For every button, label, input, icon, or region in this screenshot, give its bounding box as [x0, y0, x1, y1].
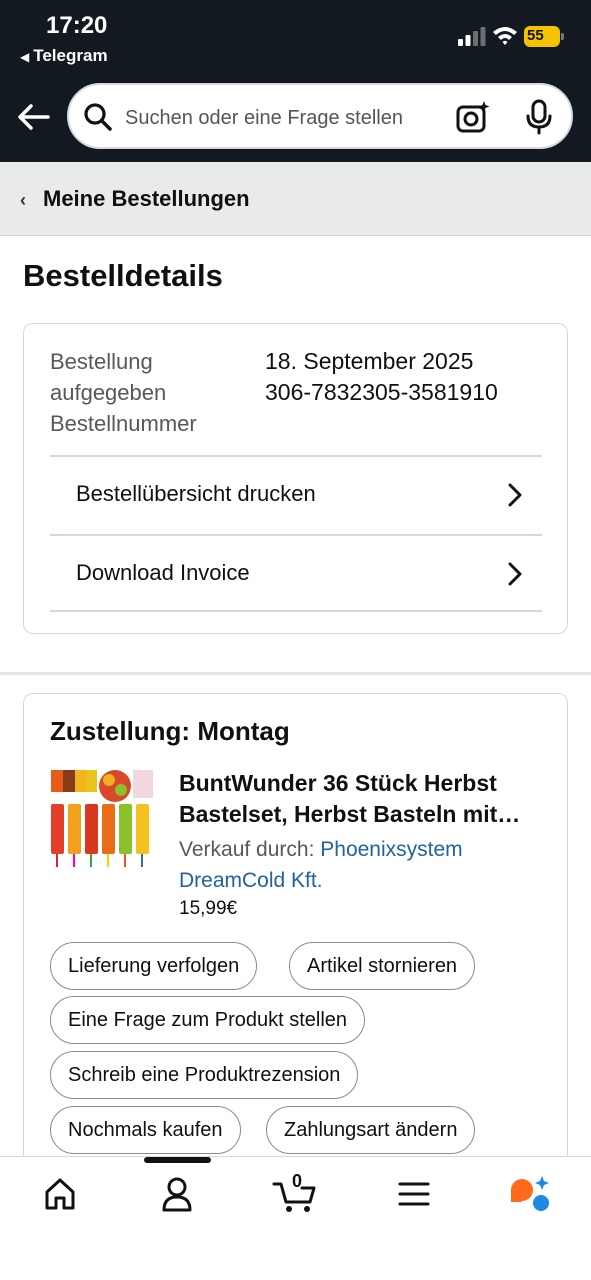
write-review-button[interactable]: Schreib eine Produktrezension — [50, 1051, 359, 1099]
microphone-icon[interactable] — [525, 99, 553, 135]
back-triangle-icon: ◀ — [20, 50, 30, 64]
track-delivery-button[interactable]: Lieferung verfolgen — [50, 942, 258, 990]
download-invoice-link[interactable]: Download Invoice — [50, 534, 542, 612]
cancel-item-button[interactable]: Artikel stornieren — [289, 942, 476, 990]
print-summary-link[interactable]: Bestellübersicht drucken — [50, 455, 542, 533]
order-number: 306-7832305-3581910 — [265, 379, 498, 405]
home-icon[interactable] — [43, 1174, 77, 1214]
home-indicator — [144, 1157, 211, 1163]
battery-indicator: 55 — [524, 26, 564, 47]
buy-again-button[interactable]: Nochmals kaufen — [50, 1106, 241, 1154]
cart-count: 0 — [292, 1171, 303, 1191]
search-icon — [84, 103, 112, 131]
product-image[interactable] — [49, 768, 157, 870]
breadcrumb[interactable]: ‹ Meine Bestellungen — [0, 162, 591, 236]
status-time: 17:20 — [46, 12, 108, 39]
wifi-icon — [493, 27, 517, 45]
back-to-app-link[interactable]: ◀ Telegram — [20, 46, 108, 66]
order-date: 18. September 2025 — [265, 348, 474, 374]
order-values: 18. September 2025 306-7832305-3581910 — [265, 346, 498, 408]
app-header: 17:20 ◀ Telegram 55 Suchen oder eine Frag… — [0, 0, 591, 162]
delivery-heading: Zustellung: Montag — [50, 716, 290, 746]
order-info-card: Bestellung aufgegeben Bestellnummer 18. … — [23, 323, 568, 634]
back-arrow-icon[interactable] — [16, 100, 52, 134]
order-labels: Bestellung aufgegeben Bestellnummer — [50, 349, 197, 436]
menu-icon[interactable] — [398, 1174, 430, 1214]
change-payment-button[interactable]: Zahlungsart ändern — [266, 1106, 476, 1154]
search-bar[interactable]: Suchen oder eine Frage stellen — [67, 83, 573, 149]
product-title[interactable]: BuntWunder 36 Stück Herbst Bastelset, He… — [179, 768, 549, 830]
page-title: Bestelldetails — [23, 258, 223, 293]
product-price: 15,99€ — [179, 898, 238, 919]
chevron-right-icon — [508, 562, 522, 586]
seller-link[interactable]: Phoenixsystem — [320, 838, 462, 861]
rufus-ai-icon[interactable] — [509, 1174, 551, 1214]
back-app-label: Telegram — [33, 46, 108, 65]
chevron-left-icon: ‹ — [20, 190, 26, 210]
account-icon[interactable] — [160, 1174, 194, 1214]
section-divider — [0, 672, 591, 675]
breadcrumb-label: Meine Bestellungen — [43, 186, 250, 211]
camera-search-icon[interactable] — [455, 99, 491, 135]
seller-link-cont[interactable]: DreamCold Kft. — [179, 865, 549, 896]
sold-by-label: Verkauf durch: — [179, 838, 315, 861]
cellular-signal-icon — [458, 27, 486, 46]
chevron-right-icon — [508, 483, 522, 507]
seller-info: Verkauf durch: Phoenixsystem DreamCold K… — [179, 834, 549, 896]
search-input[interactable]: Suchen oder eine Frage stellen — [125, 107, 403, 130]
ask-question-button[interactable]: Eine Frage zum Produkt stellen — [50, 996, 366, 1044]
